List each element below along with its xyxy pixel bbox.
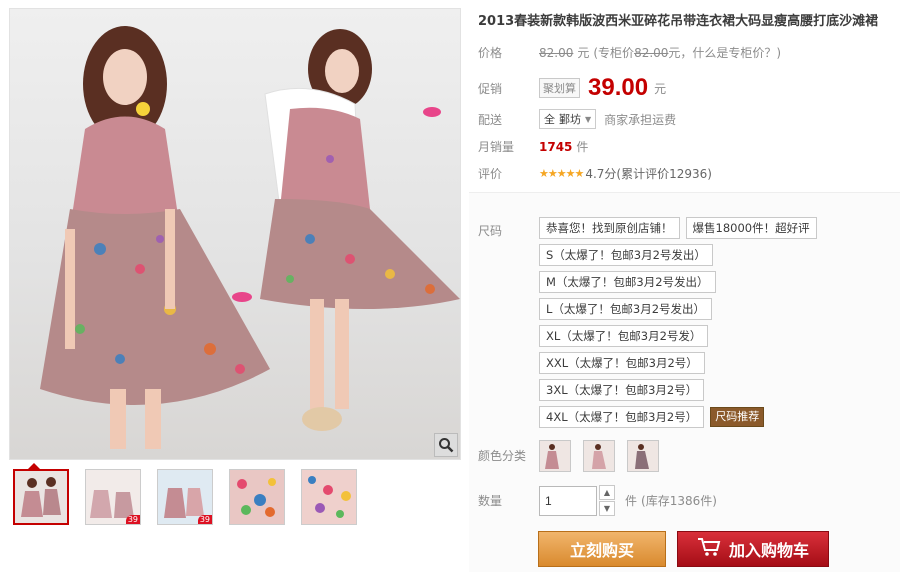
- product-photo: [40, 26, 460, 449]
- location-select[interactable]: 全 鄞坊 ▼: [539, 109, 597, 129]
- sales-label: 月销量: [478, 140, 515, 154]
- location-prefix: 全: [544, 113, 555, 126]
- price-row: 价格 82.00 元 (专柜价 82.00 元，什么是专柜价？): [478, 44, 781, 61]
- sales-row: 月销量 1745 件: [478, 138, 588, 155]
- add-to-cart-label: 加入购物车: [728, 541, 809, 560]
- shipping-row: 配送 全 鄞坊 ▼ 商家承担运费: [478, 109, 676, 129]
- add-to-cart-button[interactable]: 加入购物车: [677, 531, 829, 567]
- decrease-icon[interactable]: ▼: [599, 501, 615, 516]
- thumbnail-2[interactable]: 39: [85, 469, 141, 525]
- quantity-label: 数量: [478, 494, 503, 508]
- chevron-down-icon: ▼: [585, 114, 592, 124]
- promo-unit: 元: [654, 81, 667, 96]
- product-title: 2013春装新款韩版波西米亚碎花吊带连衣裙大码显瘦高腰打底沙滩裙: [478, 14, 879, 29]
- thumbnail-3[interactable]: 39: [157, 469, 213, 525]
- size-option[interactable]: 恭喜您！找到原创店铺！: [539, 217, 680, 239]
- counter-price-note-prefix: (专柜价: [593, 46, 635, 60]
- color-swatches: [539, 440, 659, 472]
- rating-stars-icon: ★★★★★: [539, 167, 584, 180]
- color-swatch-3[interactable]: [627, 440, 659, 472]
- quantity-stepper: ▲ ▼ 件 (库存1386件): [539, 485, 717, 516]
- promo-price: 39.00: [588, 74, 649, 101]
- zoom-icon[interactable]: [434, 433, 458, 457]
- thumbnail-strip: 39 39: [13, 469, 357, 525]
- price-badge: 39: [197, 515, 212, 524]
- buy-now-label: 立刻购买: [569, 541, 634, 560]
- size-option-s[interactable]: S（太爆了！包邮3月2号发出）: [539, 244, 713, 266]
- rating-count-link[interactable]: (累计评价12936): [616, 165, 712, 182]
- size-options: 恭喜您！找到原创店铺！ 爆售18000件！超好评 S（太爆了！包邮3月2号发出）…: [539, 217, 869, 433]
- thumbnail-5[interactable]: [301, 469, 357, 525]
- rating-row: 评价 ★★★★★ 4.7分 (累计评价12936): [478, 165, 712, 182]
- rating-label: 评价: [478, 167, 503, 181]
- thumbnail-4[interactable]: [229, 469, 285, 525]
- location-value: 鄞坊: [559, 113, 581, 126]
- price-unit: 元: [577, 46, 590, 60]
- price-badge: 39: [125, 515, 140, 524]
- price-label: 价格: [478, 46, 503, 60]
- sales-unit: 件: [576, 140, 589, 154]
- stock-count: (库存1386件): [641, 494, 717, 508]
- size-option-xl[interactable]: XL（太爆了！包邮3月2号发）: [539, 325, 709, 347]
- size-option-3xl[interactable]: 3XL（太爆了！包邮3月2号）: [539, 379, 705, 401]
- rating-score: 4.7分: [585, 167, 617, 181]
- size-option[interactable]: 爆售18000件！超好评: [685, 217, 817, 239]
- size-option-l[interactable]: L（太爆了！包邮3月2号发出）: [539, 298, 713, 320]
- size-label: 尺码: [478, 224, 503, 238]
- main-product-image[interactable]: [9, 8, 461, 460]
- size-option-4xl[interactable]: 4XL（太爆了！包邮3月2号）: [539, 406, 705, 428]
- color-label: 颜色分类: [478, 449, 527, 463]
- quantity-unit: 件: [625, 494, 638, 508]
- cart-icon: [697, 537, 721, 561]
- promo-row: 促销 聚划算 39.00 元: [478, 74, 666, 102]
- quantity-input[interactable]: [539, 485, 597, 516]
- quantity-step-buttons: ▲ ▼: [599, 485, 615, 516]
- thumbnail-1[interactable]: [13, 469, 69, 525]
- monthly-sales-count: 1745: [539, 139, 573, 154]
- original-price: 82.00: [539, 45, 574, 60]
- size-recommend-button[interactable]: 尺码推荐: [710, 407, 765, 427]
- buy-now-button[interactable]: 立刻购买: [538, 531, 666, 567]
- shipping-note: 商家承担运费: [604, 112, 677, 127]
- promo-label: 促销: [478, 81, 503, 96]
- size-option-m[interactable]: M（太爆了！包邮3月2号发出）: [539, 271, 716, 293]
- counter-price-note-link[interactable]: 元，什么是专柜价？): [668, 44, 781, 61]
- shipping-label: 配送: [478, 112, 503, 127]
- promo-tag: 聚划算: [539, 78, 580, 98]
- counter-price: 82.00: [634, 45, 669, 60]
- color-swatch-1[interactable]: [539, 440, 571, 472]
- color-swatch-2[interactable]: [583, 440, 615, 472]
- size-option-xxl[interactable]: XXL（太爆了！包邮3月2号）: [539, 352, 705, 374]
- increase-icon[interactable]: ▲: [599, 485, 615, 500]
